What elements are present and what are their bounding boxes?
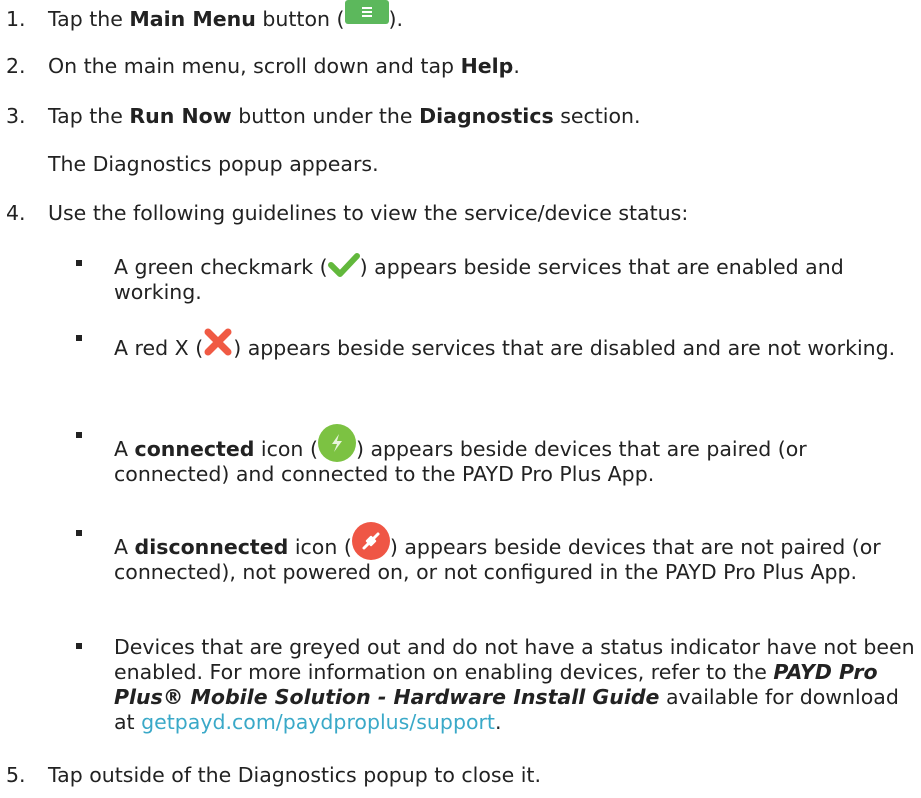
step-3-note: The Diagnostics popup appears. [48, 152, 379, 176]
step-number: 4. [6, 201, 26, 225]
disconnected-term: disconnected [134, 535, 289, 559]
bullet-red-x: A red X () appears beside services that … [70, 327, 915, 361]
step-3: 3. Tap the Run Now button under the Diagn… [6, 104, 641, 128]
bullet-marker [76, 260, 82, 266]
red-x-icon [203, 327, 233, 357]
step-number: 3. [6, 104, 26, 128]
bullet-marker [76, 335, 82, 341]
bullet-checkmark: A green checkmark () appears beside serv… [70, 252, 915, 305]
bullet-connected: A connected icon () appears beside devic… [70, 424, 915, 487]
run-now-term: Run Now [129, 104, 232, 128]
bullet-marker [76, 643, 82, 649]
bullet-greyed-out: Devices that are greyed out and do not h… [70, 635, 915, 735]
bullet-disconnected: A disconnected icon () appears beside de… [70, 522, 915, 585]
bullet-marker [76, 432, 82, 438]
step-number: 2. [6, 54, 26, 78]
diagnostics-term: Diagnostics [419, 104, 554, 128]
help-term: Help [460, 54, 514, 78]
support-link[interactable]: getpayd.com/paydproplus/support [141, 710, 495, 734]
connected-term: connected [134, 437, 255, 461]
checkmark-icon [327, 252, 360, 278]
disconnected-icon [351, 522, 390, 560]
bullet-marker [76, 530, 82, 536]
menu-icon [344, 0, 389, 24]
step-1: 1. Tap the Main Menu button (). [6, 0, 906, 32]
step-number: 1. [6, 7, 26, 31]
step-2: 2. On the main menu, scroll down and tap … [6, 54, 520, 78]
main-menu-term: Main Menu [129, 7, 256, 31]
connected-icon [317, 424, 356, 462]
instructions-document: 1. Tap the Main Menu button (). 2. On the … [0, 0, 921, 798]
step-4: 4. Use the following guidelines to view t… [6, 201, 689, 225]
step-5: 5. Tap outside of the Diagnostics popup t… [6, 763, 541, 787]
step-number: 5. [6, 763, 26, 787]
